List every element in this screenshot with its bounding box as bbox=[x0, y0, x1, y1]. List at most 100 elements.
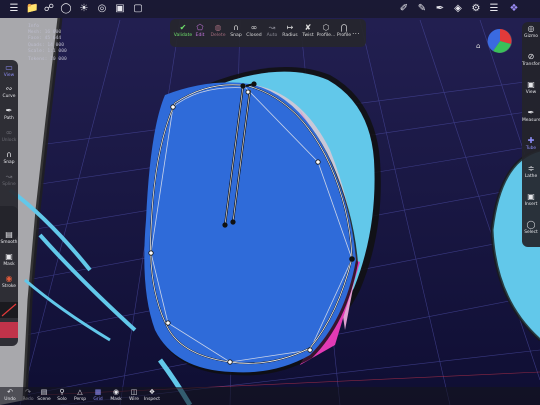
grid-button[interactable]: ▦ Grid bbox=[88, 388, 108, 402]
settings-icon[interactable]: ☰ bbox=[488, 3, 500, 15]
brush-icon[interactable]: ✐ bbox=[398, 3, 410, 15]
gizmo-icon: ◎ bbox=[527, 24, 535, 33]
tool-gizmo[interactable]: ◎ Gizmo bbox=[522, 24, 540, 39]
scene-info: Info Mesh: 16 000 Face: 45 644 Quads: 14… bbox=[28, 24, 67, 63]
undo-label: Undo bbox=[4, 397, 16, 402]
select-icon: ◯ bbox=[526, 220, 536, 229]
tool-label: Unlock bbox=[1, 138, 17, 143]
tool-view-right[interactable]: ▣ View bbox=[522, 80, 540, 95]
undo-icon: ↶ bbox=[7, 388, 13, 396]
tube-icon: ✚ bbox=[527, 136, 535, 145]
scene-label: Scene bbox=[37, 397, 51, 402]
scene-button[interactable]: ▤ Scene bbox=[34, 388, 54, 402]
tool-label: View bbox=[3, 73, 15, 78]
tool-label: Transform bbox=[522, 62, 540, 67]
scene-icon: ▤ bbox=[40, 388, 48, 396]
tool-label: Measure bbox=[522, 118, 540, 123]
info-line: Scale: 1:1 000 bbox=[28, 48, 67, 54]
sculpt-app-icon[interactable]: ❖ bbox=[508, 3, 520, 15]
tool-label: View bbox=[525, 90, 537, 95]
inspect-label: Inspect bbox=[144, 397, 160, 402]
tool-view[interactable]: ▭ View bbox=[0, 63, 18, 78]
eye-icon: ◉ bbox=[112, 388, 120, 396]
color-swatch-primary[interactable] bbox=[0, 302, 18, 318]
tool-label: Curve bbox=[2, 94, 16, 99]
solo-icon: ⚲ bbox=[59, 388, 65, 396]
left-toolbar-lower: ▤ Smooth ▣ Mask ◉ Stroke bbox=[0, 206, 18, 346]
camera-icon: ▣ bbox=[527, 80, 535, 89]
eyedropper-icon[interactable]: ✒ bbox=[434, 3, 446, 15]
unlock-icon: ∞ bbox=[5, 128, 13, 137]
grid-icon: ▦ bbox=[94, 388, 102, 396]
stroke-icon: ◉ bbox=[5, 274, 13, 283]
orientation-gizmo[interactable] bbox=[487, 28, 513, 54]
right-toolbar: ◎ Gizmo ⊘ Transform ▣ View ✒ Measure ✚ T… bbox=[522, 22, 540, 247]
info-line: Face: 45 644 bbox=[28, 36, 62, 42]
tool-unlock[interactable]: ∞ Unlock bbox=[0, 128, 18, 143]
tool-label: Tube bbox=[525, 146, 537, 151]
curve-palette: ✔ Validate ⬠ Edit ◍ Delete ∩ Snap ∞ Clos… bbox=[170, 19, 366, 47]
solo-label: Solo bbox=[57, 397, 67, 402]
tool-curve[interactable]: ∾ Curve bbox=[0, 84, 18, 99]
sun-icon[interactable]: ☀ bbox=[78, 3, 90, 15]
tool-lathe[interactable]: ≑ Lathe bbox=[522, 164, 540, 179]
tool-smooth[interactable]: ▤ Smooth bbox=[0, 230, 18, 245]
tool-label: Mask bbox=[3, 262, 15, 267]
mask-icon: ▣ bbox=[5, 252, 13, 261]
menu-icon[interactable]: ☰ bbox=[8, 3, 20, 15]
home-view-icon[interactable]: ⌂ bbox=[476, 42, 480, 50]
wire-button[interactable]: ◫ Wire bbox=[124, 388, 144, 402]
inspect-button[interactable]: ❖ Inspect bbox=[142, 388, 162, 402]
tool-label: Stroke bbox=[2, 284, 16, 289]
tool-transform[interactable]: ⊘ Transform bbox=[522, 52, 540, 67]
tool-snap[interactable]: ∩ Snap bbox=[0, 150, 18, 165]
image-icon[interactable]: ▣ bbox=[114, 3, 126, 15]
target-icon[interactable]: ◎ bbox=[96, 3, 108, 15]
tool-label: Select bbox=[524, 230, 538, 235]
mask-label: Mask bbox=[110, 397, 122, 402]
tool-insert[interactable]: ▣ Insert bbox=[522, 192, 540, 207]
pencil-icon[interactable]: ✎ bbox=[416, 3, 428, 15]
persp-label: Persp bbox=[73, 397, 87, 402]
layers-icon[interactable]: ◈ bbox=[452, 3, 464, 15]
globe-icon[interactable]: ◯ bbox=[60, 3, 72, 15]
color-swatch-secondary[interactable] bbox=[0, 322, 18, 338]
insert-icon: ▣ bbox=[527, 192, 535, 201]
info-line: Quads: 14 000 bbox=[28, 42, 64, 48]
tool-tube[interactable]: ✚ Tube bbox=[522, 136, 540, 151]
inspect-icon: ❖ bbox=[148, 388, 156, 396]
tool-mask[interactable]: ▣ Mask bbox=[0, 252, 18, 267]
wire-icon: ◫ bbox=[130, 388, 138, 396]
undo-button[interactable]: ↶ Undo bbox=[0, 388, 20, 402]
info-subtitle: Tokens: 10 000 bbox=[28, 57, 67, 63]
smooth-icon: ▤ bbox=[5, 230, 13, 239]
tool-label: Snap bbox=[3, 160, 15, 165]
gear-icon[interactable]: ⚙ bbox=[470, 3, 482, 15]
tool-label: Gizmo bbox=[524, 34, 538, 39]
spline-icon: ↝ bbox=[5, 172, 13, 181]
curve-icon: ∾ bbox=[5, 84, 13, 93]
tool-select[interactable]: ◯ Select bbox=[522, 220, 540, 235]
folder-icon[interactable]: 📁 bbox=[26, 3, 38, 15]
snap-icon: ∩ bbox=[6, 150, 12, 159]
transform-icon: ⊘ bbox=[527, 52, 535, 61]
lathe-icon: ≑ bbox=[527, 164, 535, 173]
share-icon[interactable]: ☍ bbox=[43, 3, 55, 15]
tool-label: Lathe bbox=[524, 174, 538, 179]
tool-path[interactable]: ✒ Path bbox=[0, 106, 18, 121]
solo-button[interactable]: ⚲ Solo bbox=[52, 388, 72, 402]
tool-measure[interactable]: ✒ Measure bbox=[522, 108, 540, 123]
view-icon: ▭ bbox=[5, 63, 13, 72]
mask-button[interactable]: ◉ Mask bbox=[106, 388, 126, 402]
tool-label: Path bbox=[4, 116, 14, 121]
tool-label: Smooth bbox=[0, 240, 18, 245]
3d-viewport[interactable] bbox=[0, 0, 540, 405]
persp-button[interactable]: △ Persp bbox=[70, 388, 90, 402]
tool-stroke[interactable]: ◉ Stroke bbox=[0, 274, 18, 289]
slash-swatch-icon bbox=[1, 303, 17, 317]
path-icon: ✒ bbox=[5, 106, 13, 115]
tool-spline[interactable]: ↝ Spline bbox=[0, 172, 18, 187]
video-icon[interactable]: ▢ bbox=[132, 3, 144, 15]
more-button[interactable]: ... bbox=[352, 27, 360, 36]
bottom-bar: ↶ Undo ↷ Redo ▤ Scene ⚲ Solo △ Persp ▦ G… bbox=[0, 387, 540, 405]
